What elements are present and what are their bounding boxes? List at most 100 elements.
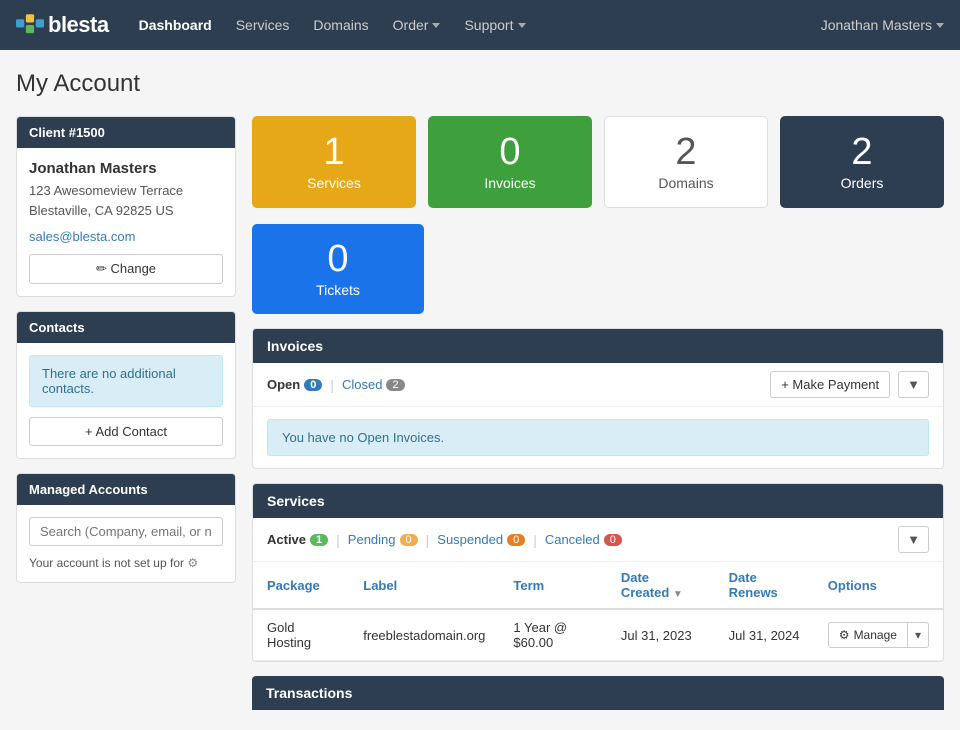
client-card-body: Jonathan Masters 123 Awesomeview Terrace…: [17, 148, 235, 296]
services-filter-button[interactable]: ▼: [898, 526, 929, 553]
active-badge: 1: [310, 534, 328, 546]
row-term: 1 Year @ $60.00: [499, 609, 606, 661]
pending-badge: 0: [400, 534, 418, 546]
nav-domains[interactable]: Domains: [303, 11, 378, 39]
tickets-count: 0: [327, 240, 348, 278]
stat-boxes: 1 Services 0 Invoices 2 Domains 2 Orders: [252, 116, 944, 208]
stat-orders[interactable]: 2 Orders: [780, 116, 944, 208]
domains-count: 2: [675, 133, 696, 171]
services-card: Services Active 1 | Pending 0 |: [252, 483, 944, 662]
table-header-row: Package Label Term Date Created ▼ Date R…: [253, 562, 943, 609]
closed-badge: 2: [386, 379, 404, 391]
managed-accounts-header: Managed Accounts: [17, 474, 235, 505]
invoice-actions: + Make Payment ▼: [770, 371, 929, 398]
stat-tickets[interactable]: 0 Tickets: [252, 224, 424, 314]
manage-button[interactable]: ⚙ Manage: [828, 622, 908, 648]
brand-logo[interactable]: blesta: [16, 12, 109, 38]
invoices-section-header: Invoices: [253, 329, 943, 363]
col-package[interactable]: Package: [253, 562, 349, 609]
nav-support[interactable]: Support: [454, 11, 535, 39]
orders-count: 2: [851, 133, 872, 171]
add-contact-button[interactable]: + Add Contact: [29, 417, 223, 446]
invoice-tab-links: Open 0 | Closed 2: [267, 377, 405, 393]
managed-search-input[interactable]: [29, 517, 223, 546]
main-content: 1 Services 0 Invoices 2 Domains 2 Orders: [252, 116, 944, 710]
row-package: Gold Hosting: [253, 609, 349, 661]
client-email: sales@blesta.com: [29, 228, 223, 244]
services-count: 1: [323, 133, 344, 171]
row-date-created: Jul 31, 2023: [607, 609, 715, 661]
make-payment-button[interactable]: + Make Payment: [770, 371, 890, 398]
row-label: freeblestadomain.org: [349, 609, 499, 661]
manage-gear-icon: ⚙: [839, 628, 850, 642]
col-term[interactable]: Term: [499, 562, 606, 609]
filter-icon: ▼: [907, 377, 920, 392]
col-date-created[interactable]: Date Created ▼: [607, 562, 715, 609]
col-label[interactable]: Label: [349, 562, 499, 609]
user-caret: [936, 23, 944, 28]
tickets-label: Tickets: [316, 282, 360, 298]
address-line2: Blestaville, CA 92825 US: [29, 203, 174, 218]
sidebar: Client #1500 Jonathan Masters 123 Awesom…: [16, 116, 236, 597]
managed-msg: Your account is not set up for ⚙: [29, 556, 223, 570]
stab-pending[interactable]: Pending 0: [348, 532, 418, 547]
tab-closed[interactable]: Closed 2: [342, 377, 405, 392]
stab-canceled[interactable]: Canceled 0: [545, 532, 622, 547]
filter-button[interactable]: ▼: [898, 371, 929, 398]
nav-links: Dashboard Services Domains Order Support: [129, 11, 536, 39]
suspended-badge: 0: [507, 534, 525, 546]
gear-icon: ⚙: [187, 556, 198, 570]
contacts-card: Contacts There are no additional contact…: [16, 311, 236, 459]
services-table: Package Label Term Date Created ▼ Date R…: [253, 562, 943, 661]
managed-accounts-card: Managed Accounts Your account is not set…: [16, 473, 236, 583]
tab-divider: |: [330, 377, 334, 393]
pencil-icon: ✏: [96, 261, 107, 276]
stat-services[interactable]: 1 Services: [252, 116, 416, 208]
address-line1: 123 Awesomeview Terrace: [29, 183, 183, 198]
no-invoices-message: You have no Open Invoices.: [267, 419, 929, 456]
managed-accounts-body: Your account is not set up for ⚙: [17, 505, 235, 582]
invoices-count: 0: [499, 133, 520, 171]
open-badge: 0: [304, 379, 322, 391]
invoices-card: Invoices Open 0 | Closed 2: [252, 328, 944, 469]
client-address: 123 Awesomeview Terrace Blestaville, CA …: [29, 181, 223, 220]
client-email-link[interactable]: sales@blesta.com: [29, 229, 135, 244]
nav-order[interactable]: Order: [383, 11, 451, 39]
manage-group: ⚙ Manage ▾: [828, 622, 929, 648]
stat-domains[interactable]: 2 Domains: [604, 116, 768, 208]
user-menu[interactable]: Jonathan Masters: [821, 17, 944, 33]
no-contacts-message: There are no additional contacts.: [29, 355, 223, 407]
change-button[interactable]: ✏ Change: [29, 254, 223, 284]
domains-label: Domains: [658, 175, 713, 191]
stab-active[interactable]: Active 1: [267, 532, 328, 547]
nav-services[interactable]: Services: [226, 11, 300, 39]
support-caret: [518, 23, 526, 28]
tab-open[interactable]: Open 0: [267, 377, 322, 392]
orders-label: Orders: [841, 175, 884, 191]
stab-suspended[interactable]: Suspended 0: [437, 532, 525, 547]
row-date-renews: Jul 31, 2024: [715, 609, 814, 661]
client-name: Jonathan Masters: [29, 160, 223, 177]
table-row: Gold Hosting freeblestadomain.org 1 Year…: [253, 609, 943, 661]
stat-invoices[interactable]: 0 Invoices: [428, 116, 592, 208]
page-container: My Account Client #1500 Jonathan Masters…: [0, 50, 960, 730]
col-date-renews[interactable]: Date Renews: [715, 562, 814, 609]
invoices-label: Invoices: [484, 175, 535, 191]
brand-name: blesta: [48, 12, 109, 38]
services-filter-icon: ▼: [907, 532, 920, 547]
transactions-section-header: Transactions: [252, 676, 944, 710]
manage-caret-icon: ▾: [915, 628, 921, 642]
navbar: blesta Dashboard Services Domains Order …: [0, 0, 960, 50]
manage-caret-button[interactable]: ▾: [908, 622, 929, 648]
nav-dashboard[interactable]: Dashboard: [129, 11, 222, 39]
services-tab-links: Active 1 | Pending 0 | Suspended 0: [267, 532, 622, 548]
sort-arrow: ▼: [673, 589, 683, 600]
page-title: My Account: [16, 70, 944, 98]
services-label: Services: [307, 175, 361, 191]
services-section-header: Services: [253, 484, 943, 518]
row-options: ⚙ Manage ▾: [814, 609, 943, 661]
services-tabs: Active 1 | Pending 0 | Suspended 0: [253, 518, 943, 562]
user-name: Jonathan Masters: [821, 17, 932, 33]
client-card: Client #1500 Jonathan Masters 123 Awesom…: [16, 116, 236, 297]
invoice-tabs: Open 0 | Closed 2 + Make Payment: [253, 363, 943, 407]
